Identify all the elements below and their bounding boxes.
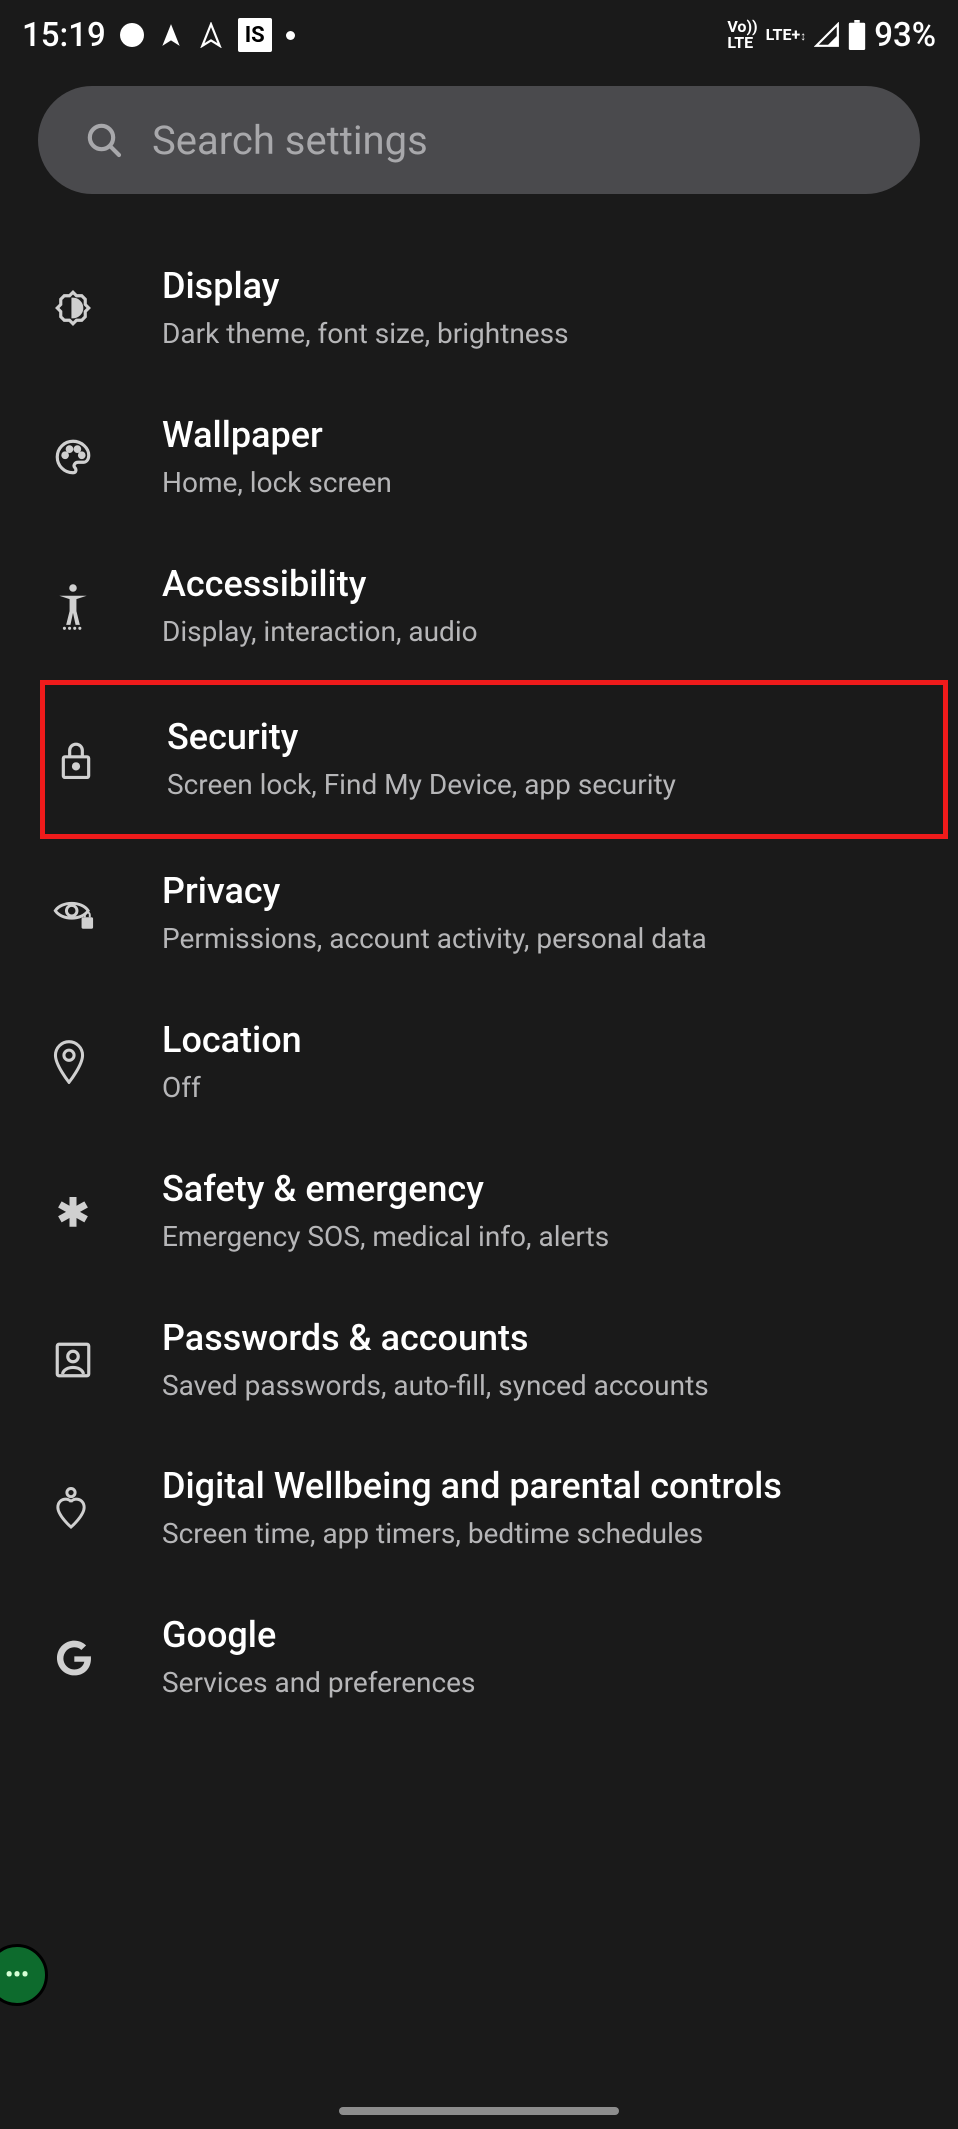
battery-icon — [848, 20, 866, 50]
item-subtitle: Home, lock screen — [162, 464, 922, 502]
item-subtitle: Screen time, app timers, bedtime schedul… — [162, 1515, 922, 1553]
item-title: Security — [167, 715, 907, 760]
settings-item-privacy[interactable]: Privacy Permissions, account activity, p… — [0, 839, 958, 988]
item-title: Passwords & accounts — [162, 1316, 922, 1361]
google-logo-icon — [52, 1636, 162, 1680]
highlight-security: Security Screen lock, Find My Device, ap… — [40, 680, 948, 839]
app-badge: IS — [238, 18, 272, 52]
brightness-icon — [52, 287, 162, 329]
battery-percentage: 93% — [874, 16, 936, 55]
edge-assistant-button[interactable]: ••• — [0, 1944, 48, 2006]
item-title: Digital Wellbeing and parental controls — [162, 1464, 922, 1509]
status-bar: 15:19 IS Vo))LTE LTE+↕ 93% — [0, 0, 958, 70]
status-left: 15:19 IS — [22, 16, 295, 55]
search-settings-input[interactable]: Search settings — [38, 86, 920, 194]
settings-item-location[interactable]: Location Off — [0, 988, 958, 1137]
lte-indicator: LTE+↕ — [766, 27, 807, 43]
item-title: Display — [162, 264, 922, 309]
item-subtitle: Off — [162, 1069, 922, 1107]
send-outline-icon — [198, 22, 224, 48]
item-subtitle: Screen lock, Find My Device, app securit… — [167, 766, 907, 804]
gesture-navigation-bar[interactable] — [339, 2107, 619, 2115]
account-box-icon — [52, 1339, 162, 1381]
settings-item-security[interactable]: Security Screen lock, Find My Device, ap… — [57, 685, 943, 834]
item-title: Accessibility — [162, 562, 922, 607]
settings-list[interactable]: Display Dark theme, font size, brightnes… — [0, 224, 958, 1772]
item-subtitle: Display, interaction, audio — [162, 613, 922, 651]
status-time: 15:19 — [22, 16, 106, 55]
send-icon — [158, 22, 184, 48]
location-pin-icon — [52, 1040, 162, 1084]
item-title: Google — [162, 1613, 922, 1658]
item-title: Privacy — [162, 869, 922, 914]
medical-star-icon — [52, 1190, 162, 1232]
signal-icon — [814, 22, 840, 48]
item-title: Wallpaper — [162, 413, 922, 458]
settings-item-wellbeing[interactable]: Digital Wellbeing and parental controls … — [0, 1434, 958, 1583]
item-subtitle: Dark theme, font size, brightness — [162, 315, 922, 353]
item-subtitle: Permissions, account activity, personal … — [162, 920, 922, 958]
item-subtitle: Emergency SOS, medical info, alerts — [162, 1218, 922, 1256]
settings-item-safety[interactable]: Safety & emergency Emergency SOS, medica… — [0, 1137, 958, 1286]
wellbeing-heart-icon — [52, 1486, 162, 1532]
privacy-eye-icon — [52, 895, 162, 933]
settings-item-wallpaper[interactable]: Wallpaper Home, lock screen — [0, 383, 958, 532]
item-title: Safety & emergency — [162, 1167, 922, 1212]
settings-screen: 15:19 IS Vo))LTE LTE+↕ 93% — [0, 0, 958, 2129]
settings-item-passwords[interactable]: Passwords & accounts Saved passwords, au… — [0, 1286, 958, 1435]
settings-item-display[interactable]: Display Dark theme, font size, brightnes… — [0, 234, 958, 383]
notification-dot-icon — [120, 23, 144, 47]
accessibility-icon — [52, 582, 162, 630]
item-subtitle: Services and preferences — [162, 1664, 922, 1702]
overflow-dot-icon — [286, 31, 295, 40]
item-subtitle: Saved passwords, auto-fill, synced accou… — [162, 1367, 922, 1405]
item-title: Location — [162, 1018, 922, 1063]
palette-icon — [52, 436, 162, 478]
settings-item-google[interactable]: Google Services and preferences — [0, 1583, 958, 1732]
status-right: Vo))LTE LTE+↕ 93% — [727, 16, 936, 55]
lock-icon — [57, 739, 167, 781]
search-icon — [84, 120, 124, 160]
search-placeholder: Search settings — [152, 117, 428, 164]
volte-indicator: Vo))LTE — [727, 19, 757, 51]
settings-item-accessibility[interactable]: Accessibility Display, interaction, audi… — [0, 532, 958, 681]
